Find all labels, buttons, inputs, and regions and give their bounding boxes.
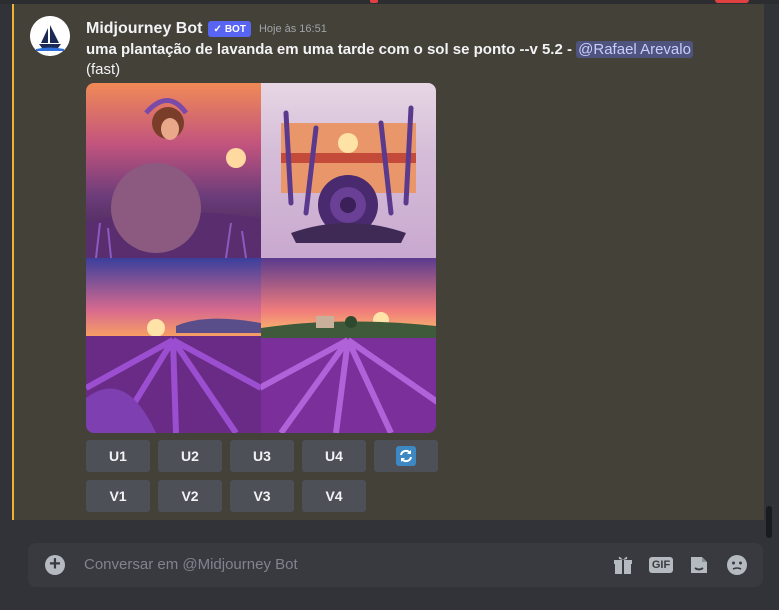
avatar[interactable] bbox=[30, 16, 70, 56]
prompt-text: uma plantação de lavanda em uma tarde co… bbox=[86, 41, 563, 58]
message-content: uma plantação de lavanda em uma tarde co… bbox=[86, 40, 746, 80]
u2-button[interactable]: U2 bbox=[158, 440, 222, 472]
notification-badge bbox=[715, 0, 749, 3]
notification-indicator bbox=[370, 0, 378, 3]
composer-icons: GIF bbox=[611, 553, 749, 577]
gif-label: GIF bbox=[648, 557, 674, 573]
check-icon: ✓ bbox=[213, 23, 222, 35]
u1-button[interactable]: U1 bbox=[86, 440, 150, 472]
action-buttons: U1 U2 U3 U4 V1 V2 V3 V4 bbox=[86, 440, 438, 520]
sticker-icon[interactable] bbox=[687, 553, 711, 577]
username[interactable]: Midjourney Bot bbox=[86, 20, 202, 38]
image-tile-3[interactable] bbox=[86, 258, 261, 433]
woman-lavender-image bbox=[86, 98, 261, 258]
v2-button[interactable]: V2 bbox=[158, 480, 222, 512]
image-tile-2[interactable] bbox=[261, 83, 436, 258]
image-tile-1[interactable] bbox=[86, 83, 261, 258]
v1-button[interactable]: V1 bbox=[86, 480, 150, 512]
bot-tag: ✓ BOT bbox=[208, 21, 251, 37]
image-tile-4[interactable] bbox=[261, 258, 436, 433]
reroll-button[interactable] bbox=[374, 440, 438, 472]
user-mention[interactable]: @Rafael Arevalo bbox=[576, 41, 693, 58]
variation-row: V1 V2 V3 V4 bbox=[86, 480, 438, 512]
lavender-field-image bbox=[86, 318, 261, 433]
bot-tag-label: BOT bbox=[224, 23, 246, 35]
message-highlighted: Midjourney Bot ✓ BOT Hoje às 16:51 uma p… bbox=[12, 4, 764, 520]
upscale-row: U1 U2 U3 U4 bbox=[86, 440, 438, 472]
u3-button[interactable]: U3 bbox=[230, 440, 294, 472]
lavender-rose-image bbox=[281, 105, 416, 243]
emoji-icon[interactable] bbox=[725, 553, 749, 577]
refresh-icon bbox=[396, 446, 416, 466]
separator: - bbox=[562, 41, 577, 58]
gift-icon[interactable] bbox=[611, 553, 635, 577]
message-input[interactable]: Conversar em @Midjourney Bot bbox=[84, 556, 298, 573]
lavender-field-house-image bbox=[261, 312, 436, 433]
attach-plus-icon[interactable]: + bbox=[45, 554, 65, 575]
v4-button[interactable]: V4 bbox=[302, 480, 366, 512]
gif-icon[interactable]: GIF bbox=[648, 553, 674, 577]
scrollbar[interactable] bbox=[766, 506, 772, 538]
midjourney-boat-icon bbox=[30, 16, 70, 56]
v3-button[interactable]: V3 bbox=[230, 480, 294, 512]
mode-label: (fast) bbox=[86, 61, 121, 78]
image-grid[interactable] bbox=[86, 83, 436, 433]
timestamp[interactable]: Hoje às 16:51 bbox=[259, 23, 327, 35]
message-header: Midjourney Bot ✓ BOT Hoje às 16:51 bbox=[86, 18, 327, 40]
u4-button[interactable]: U4 bbox=[302, 440, 366, 472]
message-composer: + Conversar em @Midjourney Bot GIF bbox=[28, 543, 763, 587]
